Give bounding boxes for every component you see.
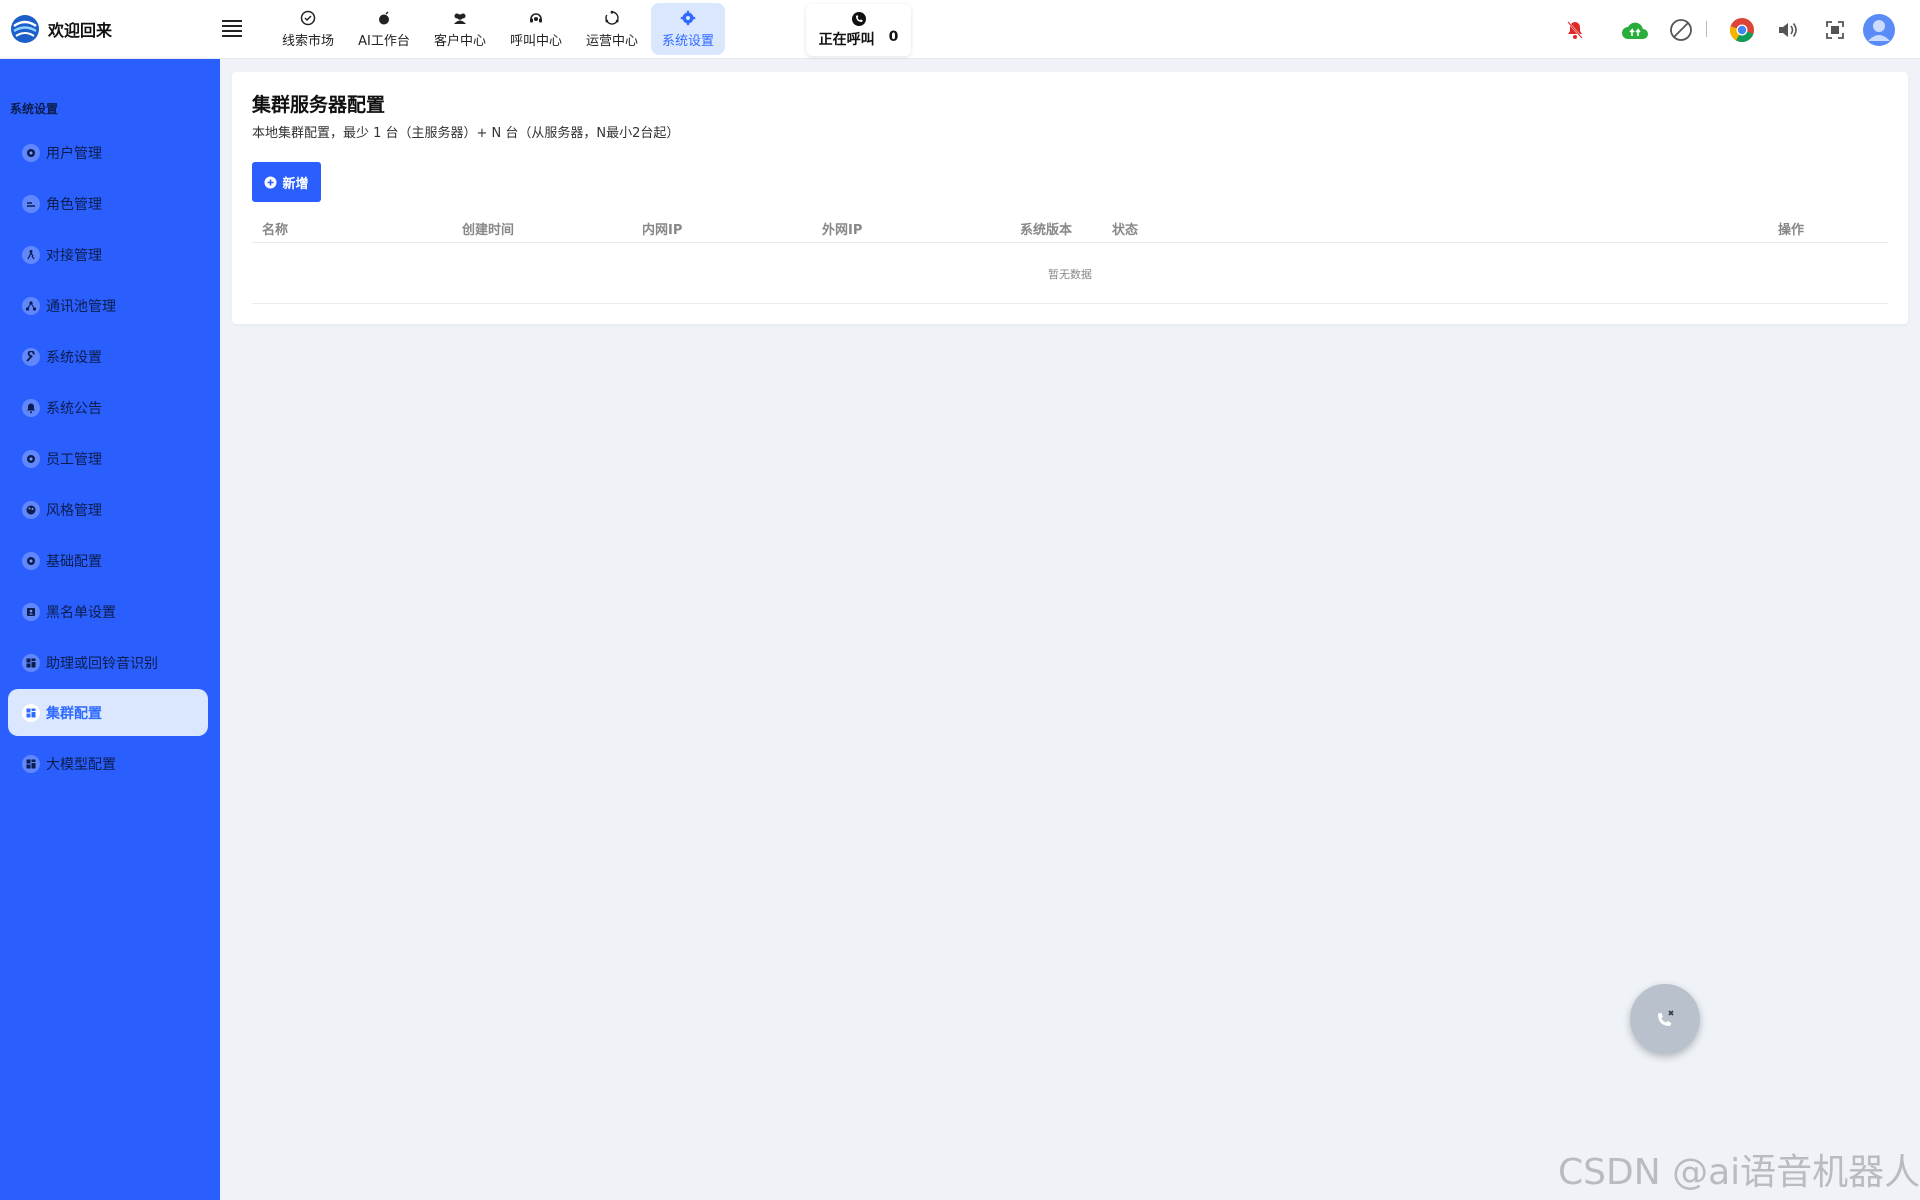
sidebar-item-label: 角色管理 (46, 196, 102, 213)
sidebar-item-style-management[interactable]: 风格管理 (8, 486, 208, 533)
table-header: 名称 创建时间 内网IP 外网IP 系统版本 状态 操作 (252, 211, 1888, 243)
brand-title: 欢迎回来 (48, 21, 113, 40)
topnav-label: 线索市场 (281, 33, 334, 49)
top-header: 欢迎回来 线索市场 AI工作台 客户中心 呼叫中心 运营中心 系统设置 正在呼叫… (0, 0, 1920, 59)
sidebar-item-announcements[interactable]: 系统公告 (8, 384, 208, 431)
phone-clock-icon (851, 12, 866, 26)
page-subtitle: 本地集群配置，最少 1 台（主服务器）+ N 台（从服务器，N最小2台起） (252, 126, 680, 141)
sidebar-item-cluster-config[interactable]: 集群配置 (8, 689, 208, 736)
plus-circle-icon (264, 176, 277, 188)
gear-icon (22, 449, 40, 468)
brand[interactable]: 欢迎回来 (10, 14, 112, 44)
page-title: 集群服务器配置 (252, 94, 386, 116)
topnav-label: 系统设置 (661, 33, 714, 49)
topnav-item-customers[interactable]: 客户中心 (423, 3, 497, 55)
column-header-status[interactable]: 状态 (1112, 219, 1138, 238)
sidebar-item-system-settings[interactable]: 系统设置 (8, 333, 208, 380)
sidebar-item-label: 集群配置 (46, 705, 102, 722)
topnav-label: 运营中心 (585, 33, 638, 49)
header-divider (1706, 21, 1707, 37)
menu-toggle-icon[interactable] (222, 20, 242, 40)
sidebar-item-label: 用户管理 (46, 145, 102, 162)
avatar[interactable] (1862, 13, 1896, 47)
topnav-item-call-center[interactable]: 呼叫中心 (499, 3, 573, 55)
wrench-icon (22, 347, 40, 366)
sidebar-item-ringback-recognition[interactable]: 助理或回铃音识别 (8, 639, 208, 686)
bell-off-icon[interactable] (1561, 16, 1589, 44)
phone-hangup-icon (1658, 1010, 1674, 1026)
sidebar-item-label: 员工管理 (46, 451, 102, 468)
sidebar-item-label: 通讯池管理 (46, 298, 116, 315)
network-icon (22, 296, 40, 315)
column-header-internal-ip[interactable]: 内网IP (642, 219, 682, 238)
sidebar-item-label: 对接管理 (46, 247, 102, 264)
sidebar: 系统设置 用户管理 角色管理 对接管理 通讯池管理 系统设置 系统公告 员工管理… (0, 59, 220, 1200)
column-header-system-version[interactable]: 系统版本 (1020, 219, 1072, 238)
sidebar-item-label: 大模型配置 (46, 756, 116, 773)
sidebar-item-label: 基础配置 (46, 553, 102, 570)
column-header-actions: 操作 (1778, 223, 1805, 238)
dashboard-icon (22, 653, 40, 672)
ban-icon[interactable] (1667, 16, 1695, 44)
sidebar-item-label: 系统公告 (46, 400, 102, 417)
column-header-external-ip[interactable]: 外网IP (822, 219, 862, 238)
bomb-icon (379, 10, 389, 24)
sidebar-item-basic-config[interactable]: 基础配置 (8, 537, 208, 584)
sidebar-item-integration-management[interactable]: 对接管理 (8, 231, 208, 278)
sidebar-item-comm-pool[interactable]: 通讯池管理 (8, 282, 208, 329)
cluster-config-card: 集群服务器配置 本地集群配置，最少 1 台（主服务器）+ N 台（从服务器，N最… (232, 72, 1908, 324)
gear-icon (22, 143, 40, 162)
sidebar-item-user-management[interactable]: 用户管理 (8, 129, 208, 176)
column-header-name[interactable]: 名称 (262, 219, 288, 238)
cloud-upload-icon[interactable] (1621, 16, 1649, 44)
sidebar-item-label: 助理或回铃音识别 (46, 655, 158, 672)
sidebar-item-llm-config[interactable]: 大模型配置 (8, 740, 208, 787)
check-circle-icon (300, 10, 316, 25)
top-nav: 线索市场 AI工作台 客户中心 呼叫中心 运营中心 系统设置 (271, 3, 725, 55)
watermark: CSDN @ai语音机器人 (1558, 1152, 1920, 1193)
headset-icon (530, 12, 542, 22)
recycle-icon (605, 10, 619, 25)
calling-count: 0 (888, 29, 899, 45)
topnav-item-ai-workbench[interactable]: AI工作台 (347, 3, 421, 55)
chrome-icon[interactable] (1728, 16, 1756, 44)
gear-icon (22, 551, 40, 570)
empty-text: 暂无数据 (1048, 267, 1092, 281)
topnav-label: AI工作台 (358, 33, 410, 49)
add-button-label: 新增 (282, 176, 309, 192)
users-icon (454, 13, 466, 24)
topnav-label: 客户中心 (433, 33, 486, 49)
sidebar-item-label: 风格管理 (46, 502, 102, 519)
brand-logo (11, 15, 39, 43)
topnav-label: 呼叫中心 (509, 33, 562, 49)
dashboard-icon (22, 703, 40, 722)
topnav-item-settings[interactable]: 系统设置 (651, 3, 725, 55)
role-icon (22, 194, 40, 213)
topnav-item-leads[interactable]: 线索市场 (271, 3, 345, 55)
add-button[interactable]: 新增 (252, 162, 321, 202)
fullscreen-icon[interactable] (1821, 16, 1849, 44)
calling-label: 正在呼叫 (818, 32, 875, 48)
calling-status[interactable]: 正在呼叫 0 (806, 4, 911, 56)
topnav-item-operations[interactable]: 运营中心 (575, 3, 649, 55)
column-header-created-time[interactable]: 创建时间 (462, 219, 514, 238)
floating-call-button[interactable] (1630, 984, 1700, 1054)
palette-icon (22, 500, 40, 519)
sidebar-item-role-management[interactable]: 角色管理 (8, 180, 208, 227)
contact-card-icon (22, 602, 40, 621)
gear-icon (680, 10, 696, 25)
dashboard-icon (22, 754, 40, 773)
sidebar-item-blacklist[interactable]: 黑名单设置 (8, 588, 208, 635)
table-empty-row: 暂无数据 (252, 244, 1888, 304)
bell-icon (22, 398, 40, 417)
volume-icon[interactable] (1774, 16, 1802, 44)
person-run-icon (22, 245, 40, 264)
sidebar-item-staff-management[interactable]: 员工管理 (8, 435, 208, 482)
sidebar-section-title: 系统设置 (10, 102, 59, 116)
sidebar-item-label: 系统设置 (46, 349, 102, 366)
sidebar-item-label: 黑名单设置 (46, 604, 116, 621)
